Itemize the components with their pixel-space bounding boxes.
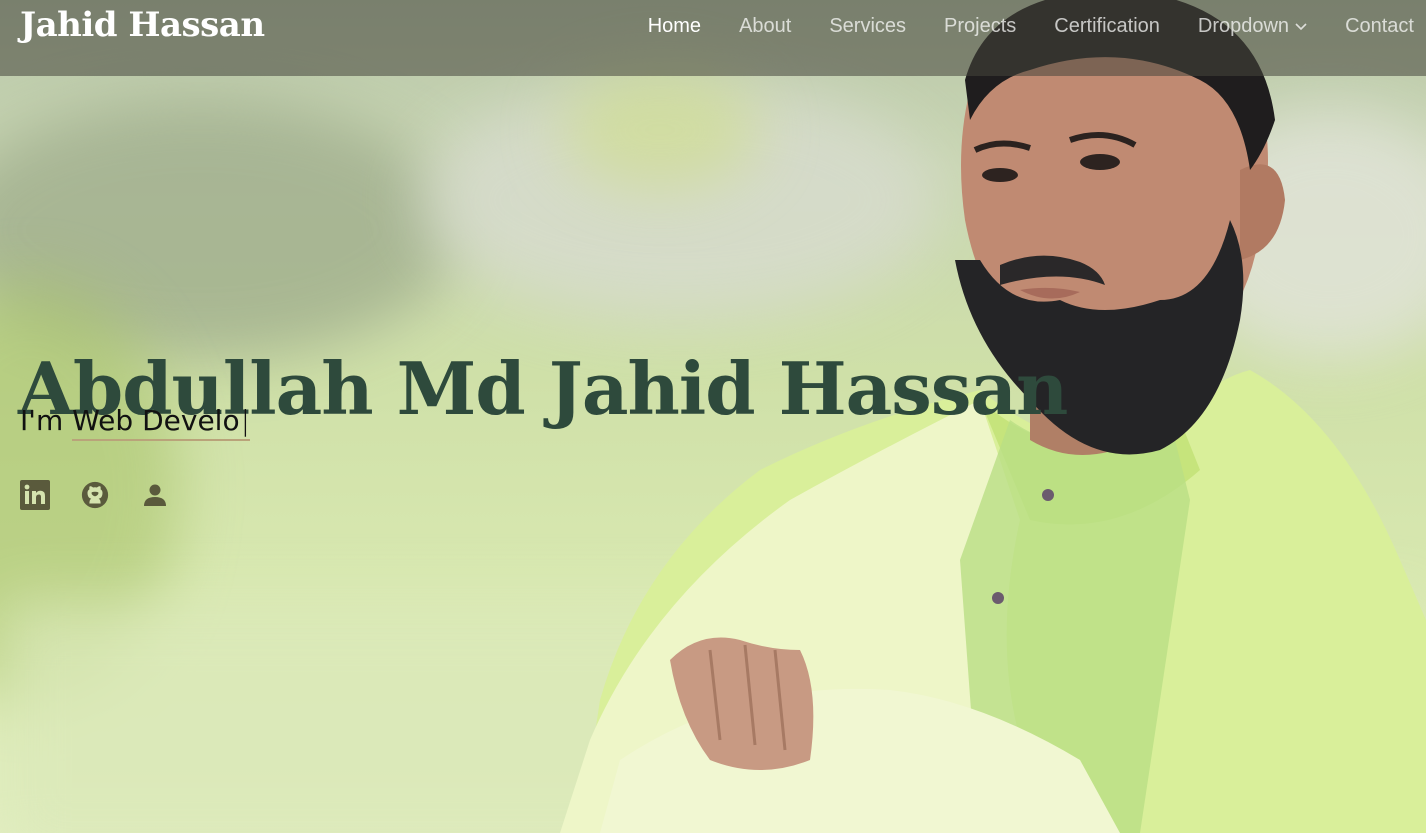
nav-home[interactable]: Home [648, 15, 701, 38]
typed-cursor: | [240, 404, 251, 437]
social-links [20, 480, 200, 510]
github-icon [81, 481, 109, 509]
profile-link[interactable] [140, 480, 170, 510]
nav-services[interactable]: Services [829, 15, 906, 38]
typed-text: Web Develo| [72, 404, 251, 441]
nav-certification[interactable]: Certification [1054, 15, 1160, 38]
nav-about[interactable]: About [739, 15, 791, 38]
nav-contact[interactable]: Contact [1345, 15, 1414, 38]
hero-section: Jahid Hassan Home About Services Project… [0, 0, 1426, 833]
chevron-down-icon [1295, 23, 1307, 31]
top-navbar: Jahid Hassan Home About Services Project… [0, 0, 1426, 76]
github-link[interactable] [80, 480, 110, 510]
site-logo[interactable]: Jahid Hassan [20, 5, 265, 45]
typed-role: I'm Web Develo| [20, 404, 251, 441]
linkedin-link[interactable] [20, 480, 50, 510]
main-nav: Home About Services Projects Certificati… [648, 14, 1426, 38]
typed-prefix: I'm [20, 404, 73, 437]
nav-projects[interactable]: Projects [944, 15, 1016, 38]
linkedin-icon [20, 480, 50, 510]
nav-dropdown[interactable]: Dropdown [1198, 15, 1307, 38]
person-icon [144, 484, 166, 506]
